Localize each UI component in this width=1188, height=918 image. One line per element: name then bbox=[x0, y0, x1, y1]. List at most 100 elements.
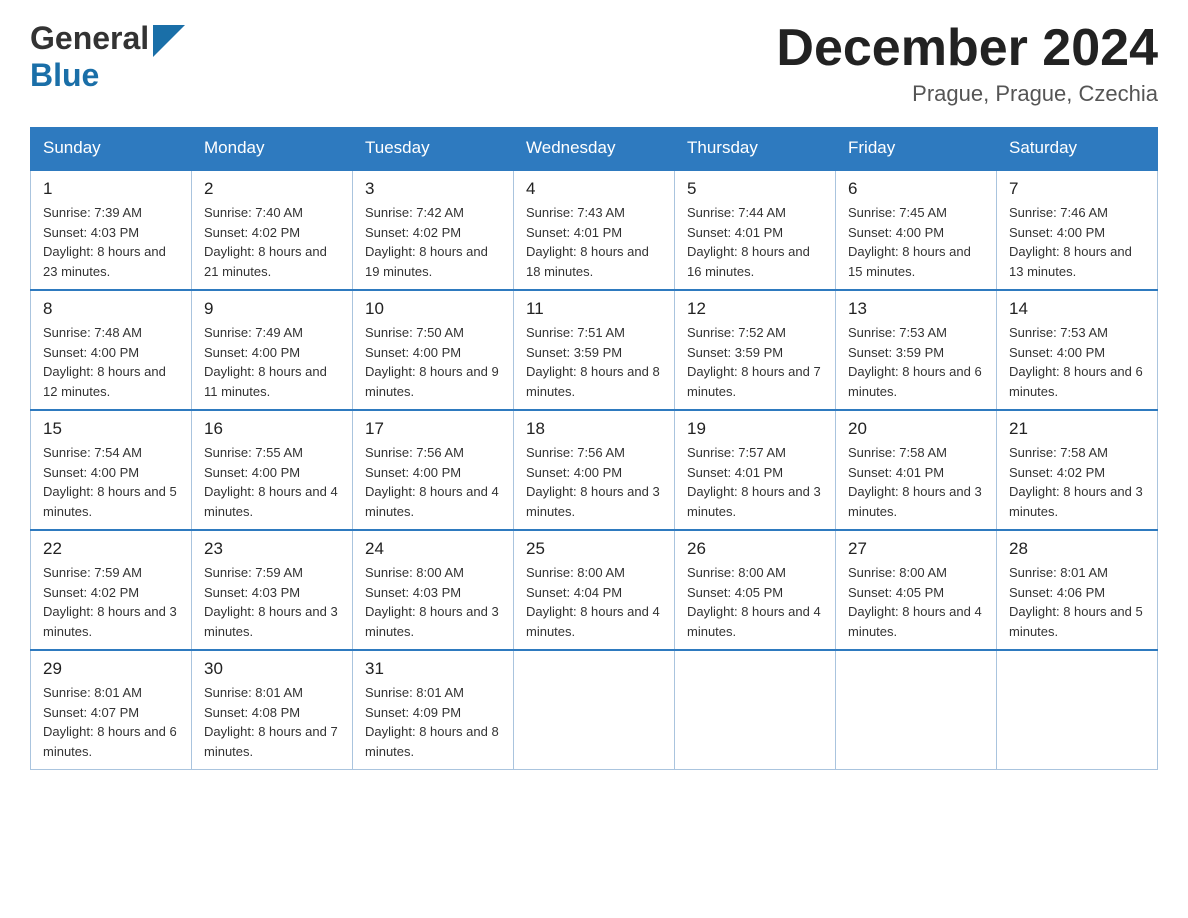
calendar-cell: 30Sunrise: 8:01 AMSunset: 4:08 PMDayligh… bbox=[192, 650, 353, 770]
day-info: Sunrise: 8:00 AMSunset: 4:05 PMDaylight:… bbox=[687, 563, 823, 641]
weekday-header-tuesday: Tuesday bbox=[353, 128, 514, 170]
day-info: Sunrise: 7:58 AMSunset: 4:01 PMDaylight:… bbox=[848, 443, 984, 521]
day-number: 1 bbox=[43, 179, 179, 199]
day-info: Sunrise: 7:54 AMSunset: 4:00 PMDaylight:… bbox=[43, 443, 179, 521]
day-number: 18 bbox=[526, 419, 662, 439]
calendar-cell: 7Sunrise: 7:46 AMSunset: 4:00 PMDaylight… bbox=[997, 170, 1158, 291]
calendar-cell: 2Sunrise: 7:40 AMSunset: 4:02 PMDaylight… bbox=[192, 170, 353, 291]
day-info: Sunrise: 7:57 AMSunset: 4:01 PMDaylight:… bbox=[687, 443, 823, 521]
calendar-cell bbox=[836, 650, 997, 770]
day-info: Sunrise: 8:00 AMSunset: 4:04 PMDaylight:… bbox=[526, 563, 662, 641]
calendar-cell: 5 Sunrise: 7:44 AMSunset: 4:01 PMDaylight… bbox=[675, 170, 836, 291]
calendar-week-5: 29Sunrise: 8:01 AMSunset: 4:07 PMDayligh… bbox=[31, 650, 1158, 770]
location: Prague, Prague, Czechia bbox=[776, 81, 1158, 107]
weekday-header-monday: Monday bbox=[192, 128, 353, 170]
day-info: Sunrise: 7:44 AMSunset: 4:01 PMDaylight:… bbox=[687, 203, 823, 281]
calendar-cell: 20 Sunrise: 7:58 AMSunset: 4:01 PMDayligh… bbox=[836, 410, 997, 530]
calendar-cell: 13 Sunrise: 7:53 AMSunset: 3:59 PMDayligh… bbox=[836, 290, 997, 410]
day-info: Sunrise: 8:01 AMSunset: 4:09 PMDaylight:… bbox=[365, 683, 501, 761]
calendar-cell: 12 Sunrise: 7:52 AMSunset: 3:59 PMDayligh… bbox=[675, 290, 836, 410]
day-info: Sunrise: 7:58 AMSunset: 4:02 PMDaylight:… bbox=[1009, 443, 1145, 521]
day-info: Sunrise: 7:43 AMSunset: 4:01 PMDaylight:… bbox=[526, 203, 662, 281]
calendar-week-2: 8 Sunrise: 7:48 AMSunset: 4:00 PMDaylight… bbox=[31, 290, 1158, 410]
day-info: Sunrise: 7:45 AMSunset: 4:00 PMDaylight:… bbox=[848, 203, 984, 281]
day-number: 8 bbox=[43, 299, 179, 319]
calendar-cell: 22 Sunrise: 7:59 AMSunset: 4:02 PMDayligh… bbox=[31, 530, 192, 650]
calendar-cell: 29Sunrise: 8:01 AMSunset: 4:07 PMDayligh… bbox=[31, 650, 192, 770]
day-number: 13 bbox=[848, 299, 984, 319]
day-number: 11 bbox=[526, 299, 662, 319]
day-number: 3 bbox=[365, 179, 501, 199]
calendar-cell: 8 Sunrise: 7:48 AMSunset: 4:00 PMDaylight… bbox=[31, 290, 192, 410]
day-info: Sunrise: 7:51 AMSunset: 3:59 PMDaylight:… bbox=[526, 323, 662, 401]
day-number: 12 bbox=[687, 299, 823, 319]
calendar-cell: 6Sunrise: 7:45 AMSunset: 4:00 PMDaylight… bbox=[836, 170, 997, 291]
day-number: 15 bbox=[43, 419, 179, 439]
weekday-header-thursday: Thursday bbox=[675, 128, 836, 170]
day-number: 10 bbox=[365, 299, 501, 319]
calendar-cell: 26 Sunrise: 8:00 AMSunset: 4:05 PMDayligh… bbox=[675, 530, 836, 650]
day-info: Sunrise: 7:53 AMSunset: 3:59 PMDaylight:… bbox=[848, 323, 984, 401]
day-info: Sunrise: 7:52 AMSunset: 3:59 PMDaylight:… bbox=[687, 323, 823, 401]
calendar-cell: 4 Sunrise: 7:43 AMSunset: 4:01 PMDaylight… bbox=[514, 170, 675, 291]
calendar-cell bbox=[514, 650, 675, 770]
calendar-table: SundayMondayTuesdayWednesdayThursdayFrid… bbox=[30, 127, 1158, 770]
day-info: Sunrise: 8:00 AMSunset: 4:03 PMDaylight:… bbox=[365, 563, 501, 641]
logo-general-text: General bbox=[30, 20, 149, 57]
day-info: Sunrise: 7:59 AMSunset: 4:02 PMDaylight:… bbox=[43, 563, 179, 641]
day-info: Sunrise: 7:46 AMSunset: 4:00 PMDaylight:… bbox=[1009, 203, 1145, 281]
day-number: 20 bbox=[848, 419, 984, 439]
day-info: Sunrise: 7:55 AMSunset: 4:00 PMDaylight:… bbox=[204, 443, 340, 521]
weekday-header-sunday: Sunday bbox=[31, 128, 192, 170]
calendar-cell: 19Sunrise: 7:57 AMSunset: 4:01 PMDayligh… bbox=[675, 410, 836, 530]
weekday-header-friday: Friday bbox=[836, 128, 997, 170]
calendar-cell: 21 Sunrise: 7:58 AMSunset: 4:02 PMDayligh… bbox=[997, 410, 1158, 530]
day-number: 31 bbox=[365, 659, 501, 679]
title-section: December 2024 Prague, Prague, Czechia bbox=[776, 20, 1158, 107]
day-number: 23 bbox=[204, 539, 340, 559]
calendar-cell: 15 Sunrise: 7:54 AMSunset: 4:00 PMDayligh… bbox=[31, 410, 192, 530]
calendar-week-3: 15 Sunrise: 7:54 AMSunset: 4:00 PMDayligh… bbox=[31, 410, 1158, 530]
day-info: Sunrise: 7:59 AMSunset: 4:03 PMDaylight:… bbox=[204, 563, 340, 641]
day-info: Sunrise: 7:40 AMSunset: 4:02 PMDaylight:… bbox=[204, 203, 340, 281]
logo-triangle-icon bbox=[153, 25, 185, 57]
day-number: 22 bbox=[43, 539, 179, 559]
day-number: 24 bbox=[365, 539, 501, 559]
day-number: 17 bbox=[365, 419, 501, 439]
calendar-cell: 25Sunrise: 8:00 AMSunset: 4:04 PMDayligh… bbox=[514, 530, 675, 650]
calendar-cell: 31 Sunrise: 8:01 AMSunset: 4:09 PMDayligh… bbox=[353, 650, 514, 770]
day-info: Sunrise: 8:01 AMSunset: 4:08 PMDaylight:… bbox=[204, 683, 340, 761]
day-number: 27 bbox=[848, 539, 984, 559]
day-number: 21 bbox=[1009, 419, 1145, 439]
day-number: 9 bbox=[204, 299, 340, 319]
day-number: 5 bbox=[687, 179, 823, 199]
calendar-week-1: 1Sunrise: 7:39 AMSunset: 4:03 PMDaylight… bbox=[31, 170, 1158, 291]
calendar-cell: 27Sunrise: 8:00 AMSunset: 4:05 PMDayligh… bbox=[836, 530, 997, 650]
day-number: 4 bbox=[526, 179, 662, 199]
weekday-header-row: SundayMondayTuesdayWednesdayThursdayFrid… bbox=[31, 128, 1158, 170]
calendar-cell: 17 Sunrise: 7:56 AMSunset: 4:00 PMDayligh… bbox=[353, 410, 514, 530]
calendar-cell bbox=[997, 650, 1158, 770]
weekday-header-saturday: Saturday bbox=[997, 128, 1158, 170]
calendar-cell: 24 Sunrise: 8:00 AMSunset: 4:03 PMDayligh… bbox=[353, 530, 514, 650]
calendar-cell: 10Sunrise: 7:50 AMSunset: 4:00 PMDayligh… bbox=[353, 290, 514, 410]
calendar-cell: 23 Sunrise: 7:59 AMSunset: 4:03 PMDayligh… bbox=[192, 530, 353, 650]
day-number: 29 bbox=[43, 659, 179, 679]
day-info: Sunrise: 7:56 AMSunset: 4:00 PMDaylight:… bbox=[526, 443, 662, 521]
calendar-cell: 14Sunrise: 7:53 AMSunset: 4:00 PMDayligh… bbox=[997, 290, 1158, 410]
day-info: Sunrise: 7:49 AMSunset: 4:00 PMDaylight:… bbox=[204, 323, 340, 401]
month-title: December 2024 bbox=[776, 20, 1158, 77]
calendar-cell: 16Sunrise: 7:55 AMSunset: 4:00 PMDayligh… bbox=[192, 410, 353, 530]
calendar-cell: 9 Sunrise: 7:49 AMSunset: 4:00 PMDaylight… bbox=[192, 290, 353, 410]
page-header: General Blue December 2024 Prague, Pragu… bbox=[30, 20, 1158, 107]
calendar-cell: 11 Sunrise: 7:51 AMSunset: 3:59 PMDayligh… bbox=[514, 290, 675, 410]
day-number: 14 bbox=[1009, 299, 1145, 319]
logo-blue-text: Blue bbox=[30, 57, 99, 93]
calendar-cell: 3Sunrise: 7:42 AMSunset: 4:02 PMDaylight… bbox=[353, 170, 514, 291]
day-info: Sunrise: 7:56 AMSunset: 4:00 PMDaylight:… bbox=[365, 443, 501, 521]
logo: General Blue bbox=[30, 20, 185, 94]
calendar-cell: 18 Sunrise: 7:56 AMSunset: 4:00 PMDayligh… bbox=[514, 410, 675, 530]
day-info: Sunrise: 7:48 AMSunset: 4:00 PMDaylight:… bbox=[43, 323, 179, 401]
day-info: Sunrise: 8:01 AMSunset: 4:06 PMDaylight:… bbox=[1009, 563, 1145, 641]
day-number: 26 bbox=[687, 539, 823, 559]
